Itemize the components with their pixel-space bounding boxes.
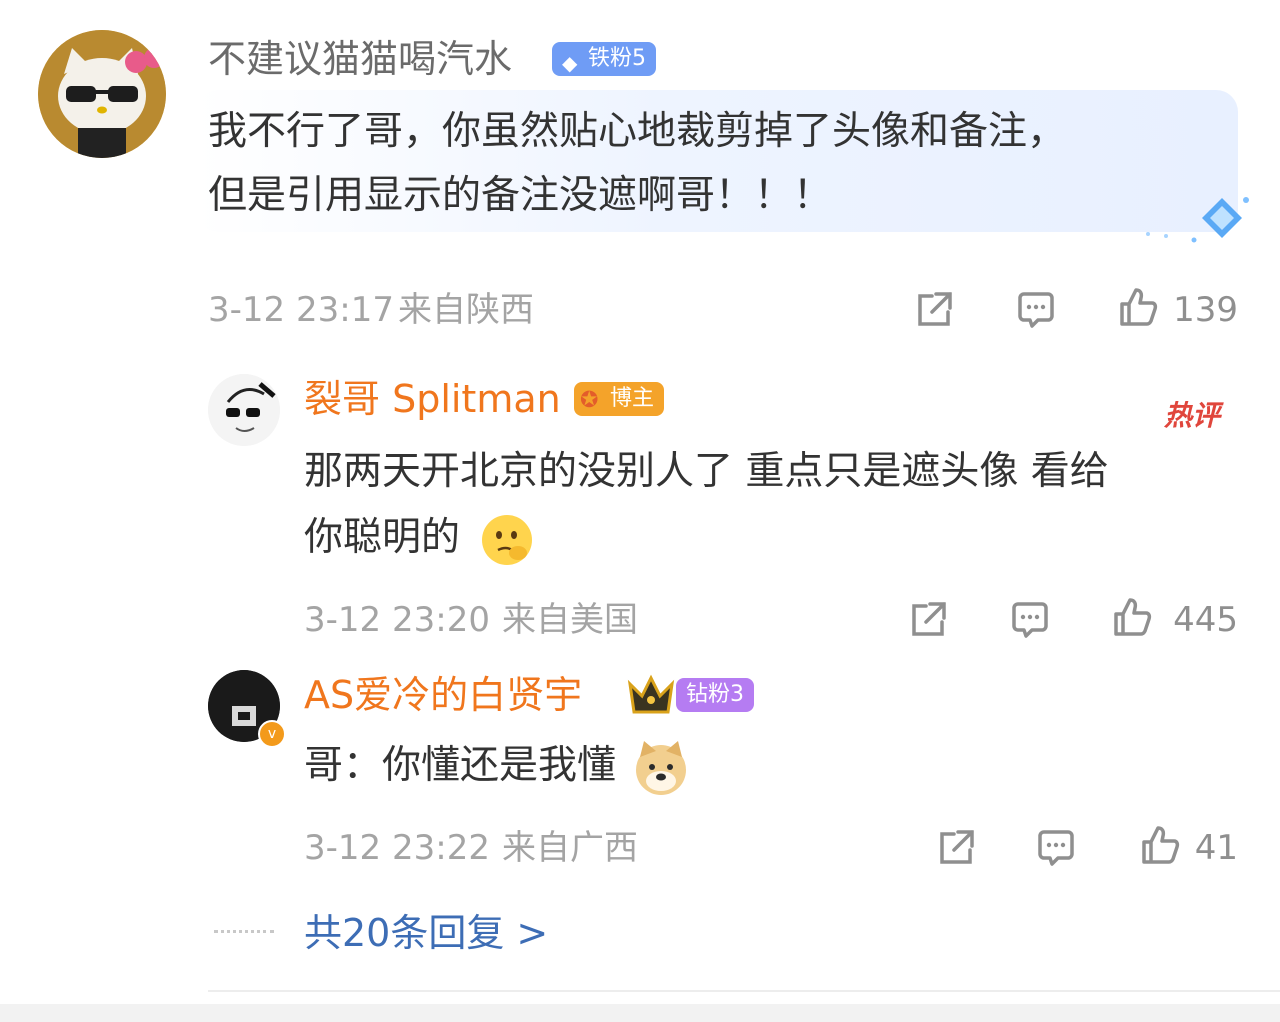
reply-location: 来自美国 xyxy=(502,600,638,640)
reply-text-line: 你聪明的 xyxy=(304,506,534,570)
fan-badge: ◆ 铁粉5 xyxy=(552,42,656,76)
blogger-badge: ✪ 博主 xyxy=(574,382,665,416)
share-icon[interactable] xyxy=(906,598,950,642)
crown-icon xyxy=(627,674,675,714)
badge-label: 铁粉5 xyxy=(588,46,646,71)
more-replies-link[interactable]: 共20条回复 > xyxy=(304,910,548,956)
comment-icon[interactable] xyxy=(1008,598,1052,642)
like-count: 41 xyxy=(1194,828,1238,868)
like-count: 139 xyxy=(1173,290,1238,330)
badge-label: 博主 xyxy=(610,386,655,411)
reply-text-segment: 哥：你懂还是我懂 xyxy=(304,743,617,788)
reply-text-segment: 你聪明的 xyxy=(304,515,461,560)
comment-text-line: 但是引用显示的备注没遮啊哥！！！ xyxy=(208,173,833,218)
like-icon[interactable] xyxy=(1116,286,1160,330)
cat-avatar-icon xyxy=(38,30,166,158)
bottom-divider xyxy=(208,990,1280,992)
sparkle-diamond-icon xyxy=(1146,197,1249,243)
comment-icon[interactable] xyxy=(1034,826,1078,870)
avatar[interactable] xyxy=(208,374,280,446)
comment-text-line: 我不行了哥，你虽然贴心地裁剪掉了头像和备注， xyxy=(208,109,1067,154)
reply-text-line: 哥：你懂还是我懂 xyxy=(304,734,690,798)
reply-time: 3-12 23:20 xyxy=(304,600,490,640)
reply-time: 3-12 23:22 xyxy=(304,828,490,868)
reply-location: 来自广西 xyxy=(502,828,638,868)
like-icon[interactable] xyxy=(1110,596,1154,640)
doge-emoji-icon xyxy=(632,739,690,797)
thinking-emoji-icon xyxy=(480,513,534,567)
diamond-icon: ◆ xyxy=(562,51,578,75)
bottom-band xyxy=(0,1004,1280,1022)
reply-author[interactable]: 裂哥 Splitman xyxy=(304,376,561,422)
verified-v-icon: v xyxy=(258,720,286,748)
share-icon[interactable] xyxy=(934,826,978,870)
share-icon[interactable] xyxy=(912,288,956,332)
comment-time: 3-12 23:17 xyxy=(208,290,394,330)
crown-medal-icon: ✪ xyxy=(580,388,599,413)
avatar[interactable] xyxy=(38,30,166,158)
hot-comment-tag: 热评 xyxy=(1164,399,1221,432)
sketch-avatar-icon xyxy=(208,374,280,446)
comment-author[interactable]: 不建议猫猫喝汽水 xyxy=(208,36,512,82)
reply-author[interactable]: AS爱冷的白贤宇 xyxy=(304,672,582,718)
comment-location: 来自陕西 xyxy=(398,290,534,330)
dotted-divider xyxy=(214,930,274,933)
fan-badge: 钻粉3 xyxy=(676,678,754,712)
like-count: 445 xyxy=(1173,600,1238,640)
reply-text-line: 那两天开北京的没别人了 重点只是遮头像 看给 xyxy=(304,449,1109,494)
comment-icon[interactable] xyxy=(1014,288,1058,332)
